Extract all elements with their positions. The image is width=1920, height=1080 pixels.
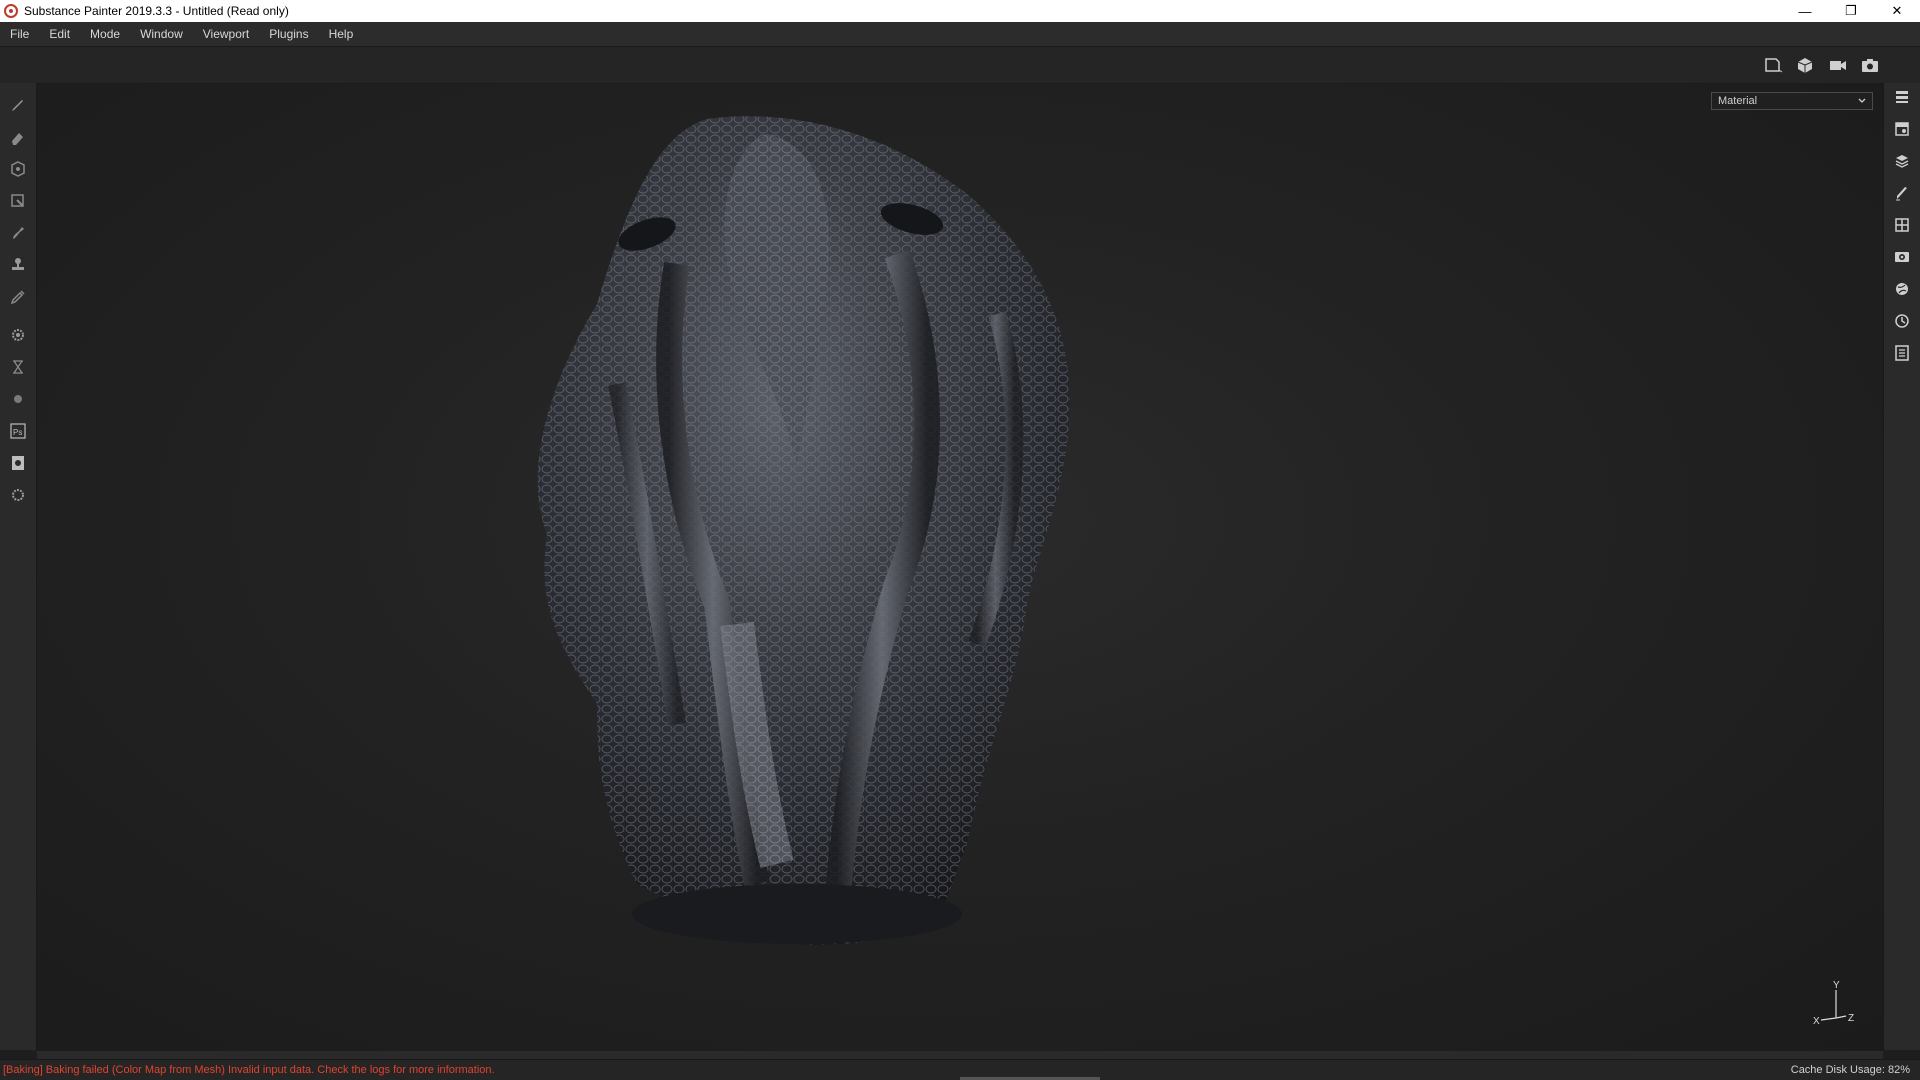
- bake-icon[interactable]: [6, 355, 30, 379]
- view-mode-2d-icon[interactable]: [1762, 53, 1786, 77]
- camera-video-icon[interactable]: [1826, 53, 1850, 77]
- right-panel-bar: [1883, 83, 1920, 1050]
- viewport-toolbar: [0, 47, 1920, 84]
- paint-brush-icon[interactable]: [6, 93, 30, 117]
- plugin-icon[interactable]: [6, 483, 30, 507]
- axis-x-label: X: [1813, 1016, 1820, 1027]
- menu-bar: File Edit Mode Window Viewport Plugins H…: [0, 22, 1920, 47]
- menu-plugins[interactable]: Plugins: [259, 22, 318, 46]
- cache-disk-usage: Cache Disk Usage: 82%: [1791, 1060, 1910, 1080]
- cache-disk-label: Cache Disk Usage:: [1790, 1064, 1885, 1076]
- history-icon[interactable]: [1890, 309, 1914, 333]
- display-settings-icon[interactable]: [1890, 245, 1914, 269]
- polygon-fill-icon[interactable]: [6, 189, 30, 213]
- minimize-button[interactable]: —: [1782, 0, 1828, 22]
- axis-y-label: Y: [1833, 980, 1840, 991]
- color-picker-icon[interactable]: [6, 285, 30, 309]
- substance-painter-logo-icon: [4, 4, 18, 18]
- cache-disk-value: 82%: [1887, 1064, 1910, 1076]
- svg-text:Ps: Ps: [13, 428, 22, 437]
- viewport-horizontal-scrollbar[interactable]: [37, 1051, 1883, 1059]
- menu-viewport[interactable]: Viewport: [193, 22, 259, 46]
- iray-icon[interactable]: [6, 387, 30, 411]
- menu-edit[interactable]: Edit: [39, 22, 80, 46]
- status-error-message[interactable]: [Baking] Baking failed (Color Map from M…: [0, 1064, 495, 1076]
- status-bar: [Baking] Baking failed (Color Map from M…: [0, 1059, 1920, 1080]
- shelf-icon[interactable]: [1890, 213, 1914, 237]
- screenshot-camera-icon[interactable]: [1858, 53, 1882, 77]
- projection-icon[interactable]: [6, 157, 30, 181]
- eraser-icon[interactable]: [6, 125, 30, 149]
- window-title: Substance Painter 2019.3.3 - Untitled (R…: [24, 4, 289, 18]
- photoshop-export-icon[interactable]: Ps: [6, 419, 30, 443]
- left-toolbar: Ps: [0, 83, 37, 1050]
- close-button[interactable]: ✕: [1874, 0, 1920, 22]
- menu-window[interactable]: Window: [130, 22, 193, 46]
- menu-help[interactable]: Help: [319, 22, 364, 46]
- settings-gear-icon[interactable]: [6, 323, 30, 347]
- axis-gizmo: Y X Z: [1813, 980, 1854, 1027]
- properties-icon[interactable]: [1890, 181, 1914, 205]
- texture-set-list-icon[interactable]: [1890, 85, 1914, 109]
- clone-stamp-icon[interactable]: [6, 253, 30, 277]
- layers-icon[interactable]: [1890, 149, 1914, 173]
- view-mode-3d-icon[interactable]: [1794, 53, 1818, 77]
- smudge-icon[interactable]: [6, 221, 30, 245]
- 3d-model-head: [537, 116, 1070, 945]
- title-bar: Substance Painter 2019.3.3 - Untitled (R…: [0, 0, 1920, 22]
- 3d-viewport[interactable]: Material Y X Z: [37, 84, 1883, 1050]
- menu-file[interactable]: File: [0, 22, 39, 46]
- maximize-button[interactable]: ❐: [1828, 0, 1874, 22]
- axis-z-label: Z: [1848, 1013, 1854, 1024]
- export-textures-icon[interactable]: [6, 451, 30, 475]
- menu-mode[interactable]: Mode: [80, 22, 130, 46]
- log-icon[interactable]: [1890, 341, 1914, 365]
- texture-set-settings-icon[interactable]: [1890, 117, 1914, 141]
- viewer-settings-icon[interactable]: [1890, 277, 1914, 301]
